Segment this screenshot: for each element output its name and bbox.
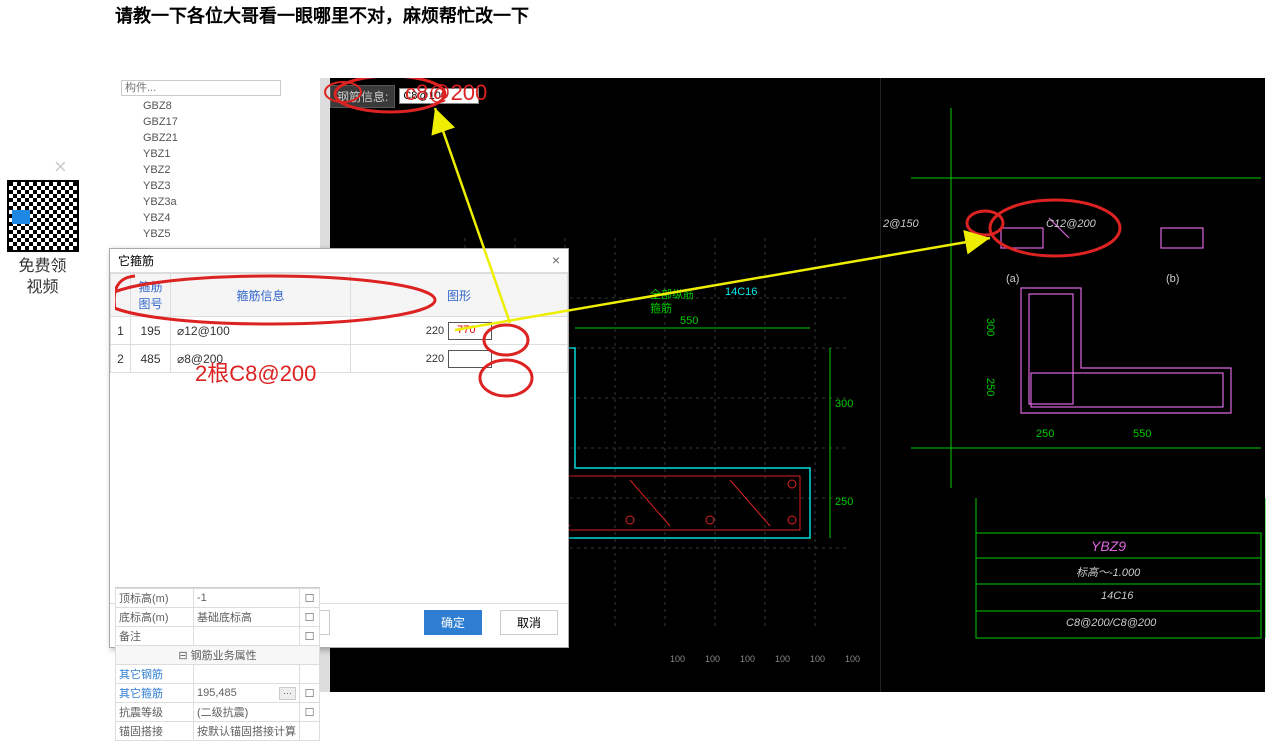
qr-text-2: 视频 bbox=[0, 278, 85, 299]
dim-2at150: 2@150 bbox=[883, 218, 919, 230]
member-stirrup: C8@200/C8@200 bbox=[1066, 617, 1156, 629]
dim-550: 550 bbox=[680, 315, 698, 327]
anno-a: (a) bbox=[1006, 273, 1019, 285]
rebar-info-bar: 钢筋信息: bbox=[330, 86, 479, 106]
list-item[interactable]: YBZ3a bbox=[115, 194, 320, 210]
member-name: YBZ9 bbox=[1091, 538, 1126, 554]
dim-300: 300 bbox=[984, 318, 996, 336]
col-no: 箍筋图号 bbox=[131, 274, 171, 317]
cad-view-right[interactable]: 2@150 C12@200 (a) (b) 300 250 250 550 YB… bbox=[880, 78, 1265, 692]
col-shape: 图形 bbox=[350, 274, 567, 317]
cancel-button[interactable]: 取消 bbox=[500, 610, 558, 635]
rebar-info-input[interactable] bbox=[399, 88, 479, 104]
qr-text-1: 免费领 bbox=[0, 257, 85, 278]
ok-button[interactable]: 确定 bbox=[424, 610, 482, 635]
dialog-close-icon[interactable]: × bbox=[552, 252, 560, 269]
list-item[interactable]: YBZ3 bbox=[115, 178, 320, 194]
ellipsis-button[interactable]: ⋯ bbox=[279, 687, 296, 700]
qr-code bbox=[7, 180, 79, 252]
dim-550: 550 bbox=[1133, 428, 1151, 440]
dim-250: 250 bbox=[1036, 428, 1054, 440]
question-title: 请教一下各位大哥看一眼哪里不对，麻烦帮忙改一下 bbox=[115, 2, 529, 28]
cad-value-rebar: 14C16 bbox=[725, 286, 757, 298]
qr-panel: × 免费领 视频 bbox=[0, 162, 85, 299]
list-item[interactable]: YBZ1 bbox=[115, 146, 320, 162]
stirrup-table: 箍筋图号 箍筋信息 图形 1 195 ⌀12@100 220770 2 485 … bbox=[110, 273, 568, 373]
list-item[interactable]: YBZ2 bbox=[115, 162, 320, 178]
screenshot-embed: GBZ8 GBZ17 GBZ21 YBZ1 YBZ2 YBZ3 YBZ3a YB… bbox=[115, 78, 1263, 692]
dim-250: 250 bbox=[835, 496, 853, 508]
anno-b: (b) bbox=[1166, 273, 1179, 285]
table-row[interactable]: 2 485 ⌀8@200 220 bbox=[111, 345, 568, 373]
list-item[interactable]: GBZ21 bbox=[115, 130, 320, 146]
component-search-input[interactable] bbox=[121, 80, 281, 96]
component-panel: GBZ8 GBZ17 GBZ21 YBZ1 YBZ2 YBZ3 YBZ3a YB… bbox=[115, 78, 320, 258]
list-item[interactable]: GBZ17 bbox=[115, 114, 320, 130]
component-list[interactable]: GBZ8 GBZ17 GBZ21 YBZ1 YBZ2 YBZ3 YBZ3a YB… bbox=[115, 98, 320, 242]
close-icon[interactable]: × bbox=[54, 154, 67, 180]
list-item[interactable]: GBZ8 bbox=[115, 98, 320, 114]
list-item[interactable]: YBZ4 bbox=[115, 210, 320, 226]
cad-label-stirrup: 箍筋 bbox=[650, 300, 672, 316]
rebar-info-label: 钢筋信息: bbox=[330, 85, 395, 108]
member-rebar: 14C16 bbox=[1101, 590, 1133, 602]
property-grid[interactable]: 顶标高(m)-1☐ 底标高(m)基础底标高☐ 备注☐ ⊟ 钢筋业务属性 其它钢筋… bbox=[115, 587, 320, 741]
dialog-title: 它箍筋 bbox=[118, 252, 154, 269]
stirrup-c12: C12@200 bbox=[1046, 218, 1096, 230]
col-info: 箍筋信息 bbox=[171, 274, 351, 317]
table-row[interactable]: 1 195 ⌀12@100 220770 bbox=[111, 317, 568, 345]
dim-250v: 250 bbox=[984, 378, 996, 396]
component-search-row bbox=[115, 78, 320, 98]
list-item[interactable]: YBZ5 bbox=[115, 226, 320, 242]
member-elev: 标高～-1.000 bbox=[1076, 564, 1140, 580]
dim-300: 300 bbox=[835, 398, 853, 410]
